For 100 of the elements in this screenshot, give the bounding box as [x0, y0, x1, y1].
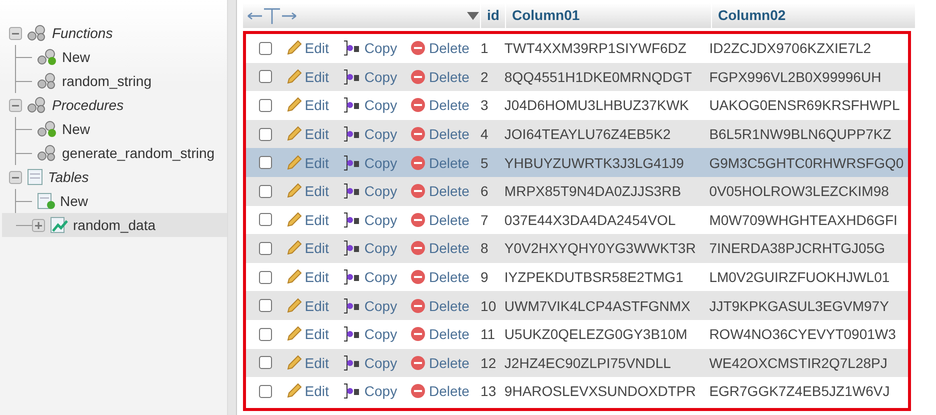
copy-rows-icon [343, 97, 362, 114]
column-header[interactable]: Column02 [711, 3, 908, 28]
row-checkbox[interactable] [259, 98, 272, 112]
tree-item[interactable]: generate_random_string [62, 145, 215, 161]
table-cell-text: M0W709WHGHTEAXHD6GFI [709, 212, 898, 228]
tree-item[interactable]: New [62, 121, 90, 137]
tree-item[interactable]: random_string [62, 73, 152, 89]
expand-toggle-icon[interactable] [32, 218, 45, 232]
pencil-icon [286, 383, 302, 400]
collapse-toggle-icon[interactable] [9, 26, 22, 40]
copy-rows-icon [343, 40, 362, 56]
delete-link[interactable]: Delete [410, 354, 481, 371]
copy-rows-icon [343, 68, 362, 85]
tree-group-label[interactable]: Tables [48, 169, 89, 185]
edit-link[interactable]: Edit [286, 269, 344, 286]
row-checkbox[interactable] [259, 42, 272, 55]
table-cell-text: B6L5R1NW9BLN6QUPP7KZ [709, 126, 892, 142]
copy-link[interactable]: Copy [343, 68, 410, 85]
row-checkbox[interactable] [259, 128, 272, 141]
delete-link[interactable]: Delete [410, 183, 481, 200]
tree-item[interactable]: New [62, 49, 90, 65]
delete-link[interactable]: Delete [410, 40, 481, 56]
delete-icon [410, 383, 426, 400]
edit-link[interactable]: Edit [286, 212, 344, 228]
delete-link[interactable]: Delete [410, 240, 481, 256]
tree-group-label[interactable]: Functions [52, 25, 113, 41]
delete-link[interactable]: Delete [410, 269, 481, 286]
edit-link[interactable]: Edit [286, 154, 344, 171]
copy-rows-icon [343, 183, 362, 200]
pencil-icon [286, 97, 302, 114]
copy-link[interactable]: Copy [343, 269, 410, 286]
delete-link[interactable]: Delete [410, 68, 481, 85]
copy-link[interactable]: Copy [343, 212, 410, 228]
edit-link[interactable]: Edit [286, 298, 344, 314]
edit-link[interactable]: Edit [286, 240, 344, 256]
copy-link[interactable]: Copy [343, 183, 410, 200]
row-checkbox[interactable] [259, 356, 272, 370]
tree-group-label[interactable]: Procedures [52, 97, 124, 113]
gears-plus-icon [36, 48, 58, 66]
table-plus-icon [36, 192, 56, 210]
table-cell-text: 7 [480, 212, 490, 228]
delete-link[interactable]: Delete [410, 212, 481, 228]
pencil-icon [286, 354, 302, 371]
table-cell-text: 037E44X3DA4DA2454VOL [504, 212, 677, 228]
edit-link[interactable]: Edit [286, 354, 344, 371]
edit-link[interactable]: Edit [286, 68, 344, 85]
table-chart-icon [49, 216, 69, 234]
copy-link[interactable]: Copy [343, 154, 410, 171]
row-checkbox[interactable] [259, 184, 272, 198]
row-checkbox[interactable] [259, 384, 272, 398]
edit-link[interactable]: Edit [286, 383, 344, 400]
copy-link[interactable]: Copy [343, 326, 410, 342]
collapse-toggle-icon[interactable] [9, 170, 22, 184]
collapse-toggle-icon[interactable] [9, 98, 22, 112]
edit-link[interactable]: Edit [286, 326, 344, 342]
row-checkbox[interactable] [259, 328, 272, 341]
row-checkbox[interactable] [259, 242, 272, 255]
gears-icon [26, 96, 48, 114]
edit-link[interactable]: Edit [286, 126, 344, 142]
copy-rows-icon [343, 240, 362, 256]
table-cell-text: 2 [480, 68, 490, 85]
delete-icon [410, 97, 426, 114]
row-checkbox[interactable] [259, 270, 272, 284]
table-cell-text: LM0V2GUIRZFUOKHJWL01 [709, 269, 891, 286]
delete-link[interactable]: Delete [410, 298, 481, 314]
delete-link[interactable]: Delete [410, 383, 481, 400]
pencil-icon [286, 154, 302, 171]
column-header[interactable]: id [480, 3, 505, 28]
row-checkbox[interactable] [259, 156, 272, 170]
copy-link[interactable]: Copy [343, 354, 410, 371]
copy-link[interactable]: Copy [343, 240, 410, 256]
copy-link[interactable]: Copy [343, 383, 410, 400]
delete-icon [410, 326, 426, 342]
table-cell-text: EGR7GGK7Z4EB5JZ1W6VJ [709, 383, 891, 400]
column-resize-icon[interactable] [246, 6, 298, 24]
table-cell-text: UAKOG0ENSR69KRSFHWPL [709, 97, 901, 114]
table-cell-text: 12 [480, 354, 498, 371]
delete-link[interactable]: Delete [410, 326, 481, 342]
delete-icon [410, 40, 426, 56]
copy-link[interactable]: Copy [343, 40, 410, 56]
row-checkbox[interactable] [259, 213, 272, 226]
pencil-icon [286, 326, 302, 342]
table-cell-text: 7INERDA38PJCRHTGJ05G [709, 240, 886, 256]
copy-link[interactable]: Copy [343, 126, 410, 142]
column-header[interactable]: Column01 [505, 3, 711, 28]
gears-icon [26, 24, 48, 42]
row-checkbox[interactable] [259, 70, 272, 84]
copy-link[interactable]: Copy [343, 298, 410, 314]
edit-link[interactable]: Edit [286, 97, 344, 114]
dropdown-caret-icon[interactable] [466, 10, 480, 20]
copy-link[interactable]: Copy [343, 97, 410, 114]
delete-link[interactable]: Delete [410, 126, 481, 142]
tree-item[interactable]: New [60, 193, 88, 209]
delete-link[interactable]: Delete [410, 154, 481, 171]
edit-link[interactable]: Edit [286, 183, 344, 200]
edit-link[interactable]: Edit [286, 40, 344, 56]
row-checkbox[interactable] [259, 299, 272, 312]
resize-handle[interactable] [228, 0, 237, 415]
copy-rows-icon [343, 154, 362, 171]
delete-link[interactable]: Delete [410, 97, 481, 114]
